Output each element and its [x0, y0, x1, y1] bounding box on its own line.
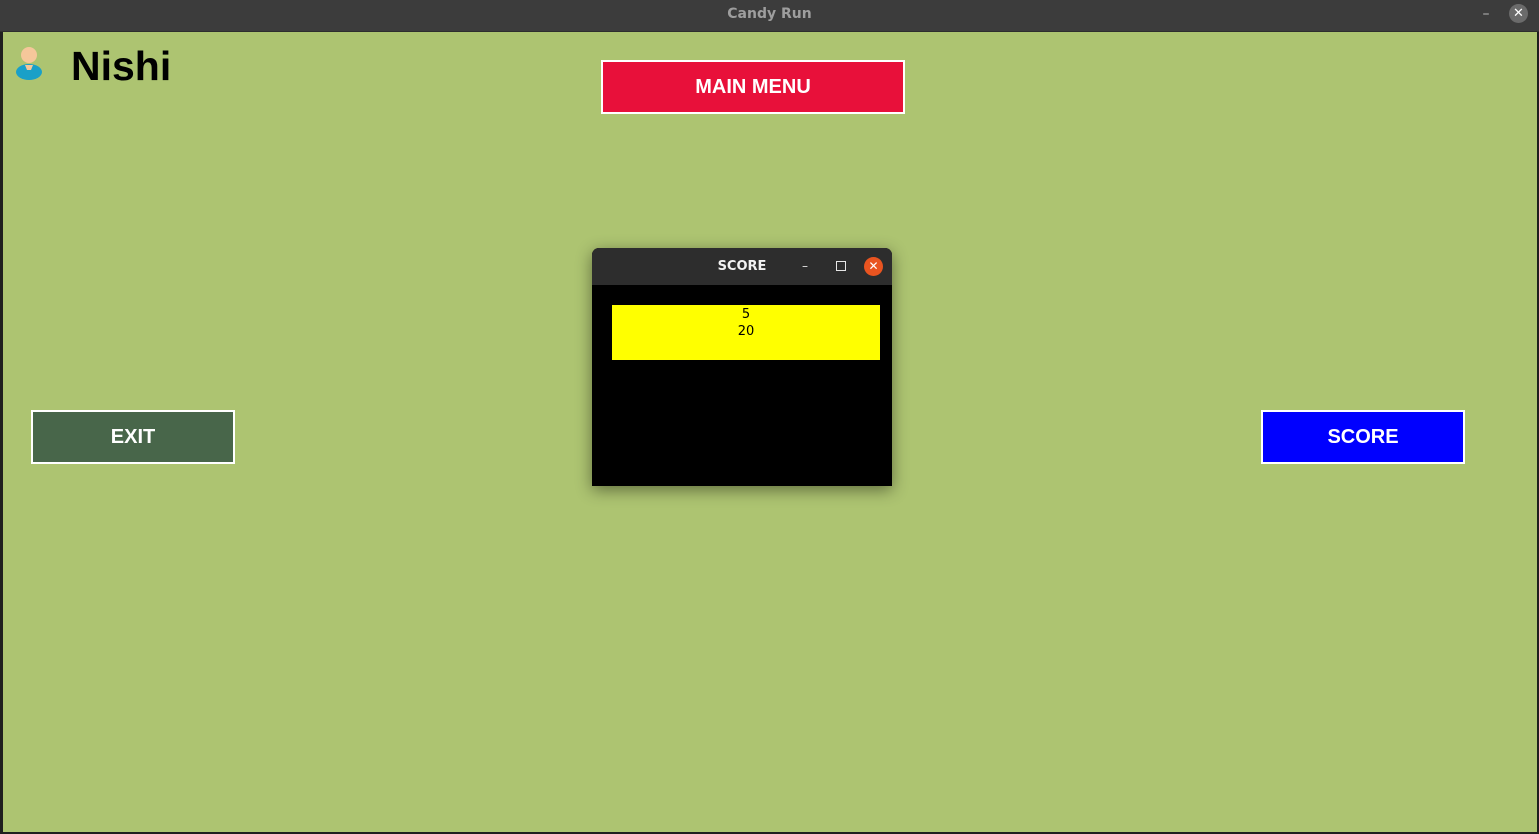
score-value: 20 [737, 324, 755, 339]
minimize-icon[interactable]: – [1479, 6, 1493, 22]
player-name: Nishi [71, 43, 172, 89]
score-dialog-title: SCORE [717, 259, 767, 274]
score-dialog-titlebar[interactable]: SCORE – ✕ [592, 248, 892, 285]
user-avatar-icon [14, 44, 44, 80]
score-value: 5 [741, 307, 751, 322]
score-button[interactable]: SCORE [1261, 410, 1465, 464]
exit-button[interactable]: EXIT [31, 410, 235, 464]
score-list: 5 20 [612, 305, 880, 360]
minimize-icon[interactable]: – [798, 259, 812, 273]
score-dialog: SCORE – ✕ 5 20 [592, 248, 892, 486]
candy-run-window: Candy Run – ✕ Nishi MAIN MENU EXIT SCORE… [0, 0, 1539, 834]
close-icon[interactable]: ✕ [1509, 4, 1528, 23]
maximize-icon[interactable] [836, 261, 846, 271]
main-menu-button[interactable]: MAIN MENU [601, 60, 905, 114]
window-titlebar[interactable]: Candy Run – ✕ [0, 0, 1539, 32]
close-icon[interactable]: ✕ [864, 257, 883, 276]
window-title: Candy Run [727, 6, 812, 22]
